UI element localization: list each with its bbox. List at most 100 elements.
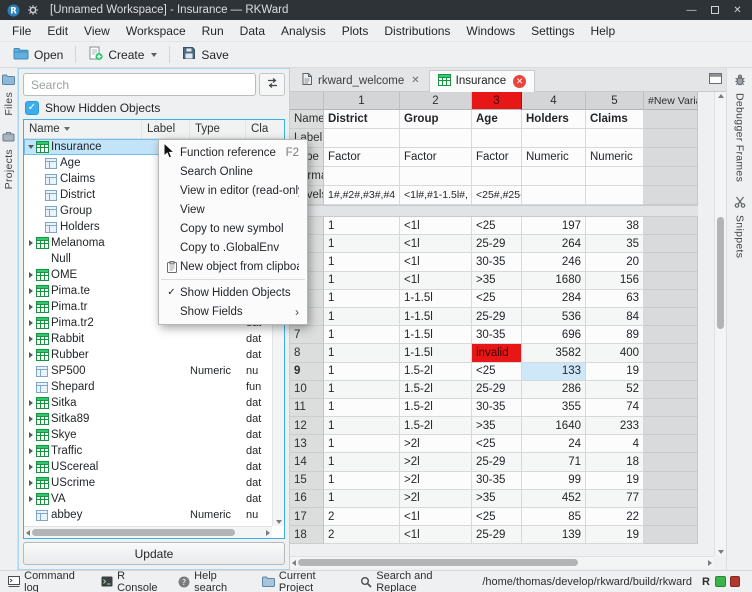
meta-cell-label[interactable] (522, 129, 586, 148)
scroll-right-icon[interactable] (266, 530, 270, 536)
new-variable-cell[interactable] (644, 110, 698, 129)
data-cell[interactable]: <1l (400, 253, 472, 271)
data-cell[interactable]: 25-29 (472, 453, 522, 471)
new-variable-cell[interactable] (644, 526, 698, 544)
dock-tab-projects[interactable]: Projects (2, 130, 15, 189)
data-cell[interactable]: 77 (586, 490, 644, 508)
data-cell[interactable]: 1680 (522, 272, 586, 290)
data-cell[interactable]: 1 (324, 308, 400, 326)
row-header-9[interactable]: 9 (290, 363, 324, 381)
data-cell[interactable]: 1 (324, 399, 400, 417)
scroll-down-icon[interactable] (718, 550, 724, 554)
tree-item-shepard[interactable]: Shepardfun (24, 379, 284, 395)
data-cell[interactable]: 233 (586, 417, 644, 435)
data-cell[interactable]: 99 (522, 472, 586, 490)
new-variable-cell[interactable] (644, 235, 698, 253)
notification-indicator[interactable] (730, 576, 741, 587)
tree-item-uscereal[interactable]: UScerealdat (24, 459, 284, 475)
new-variable-cell[interactable] (644, 308, 698, 326)
new-variable-cell[interactable] (644, 417, 698, 435)
tree-item-sitka89[interactable]: Sitka89dat (24, 411, 284, 427)
collapsed-arrow-icon[interactable] (26, 272, 36, 278)
new-variable-cell[interactable] (644, 326, 698, 344)
scrollbar-thumb[interactable] (298, 559, 578, 566)
column-header-name[interactable]: Name (24, 120, 142, 138)
data-cell[interactable]: 30-35 (472, 253, 522, 271)
data-cell[interactable]: 71 (522, 453, 586, 471)
data-cell[interactable]: 35 (586, 235, 644, 253)
meta-cell-format[interactable] (400, 167, 472, 186)
search-input[interactable] (23, 73, 256, 96)
data-cell[interactable]: 25-29 (472, 381, 522, 399)
tree-item-rubber[interactable]: Rubberdat (24, 347, 284, 363)
data-cell[interactable]: 400 (586, 344, 644, 362)
context-menu-item-show-hidden-objects[interactable]: ✓Show Hidden Objects (159, 283, 307, 302)
data-cell[interactable]: 156 (586, 272, 644, 290)
scroll-right-icon[interactable] (708, 560, 712, 566)
data-cell[interactable]: 1640 (522, 417, 586, 435)
data-cell[interactable]: 1 (324, 344, 400, 362)
data-cell[interactable]: <25 (472, 290, 522, 308)
data-cell[interactable]: 1-1.5l (400, 344, 472, 362)
data-cell[interactable]: 1 (324, 417, 400, 435)
menu-distributions[interactable]: Distributions (376, 22, 458, 40)
new-variable-header[interactable]: #New Variable# (644, 92, 698, 110)
meta-cell-format[interactable] (472, 167, 522, 186)
data-cell[interactable]: 139 (522, 526, 586, 544)
meta-cell-levels[interactable] (586, 186, 644, 205)
data-cell[interactable]: <25 (472, 435, 522, 453)
collapsed-arrow-icon[interactable] (26, 432, 36, 438)
meta-cell-levels[interactable] (522, 186, 586, 205)
new-variable-cell[interactable] (644, 272, 698, 290)
new-variable-cell[interactable] (644, 490, 698, 508)
data-cell[interactable]: 355 (522, 399, 586, 417)
row-header-10[interactable]: 10 (290, 381, 324, 399)
meta-cell-type[interactable]: Numeric (522, 148, 586, 167)
row-header-14[interactable]: 14 (290, 453, 324, 471)
new-variable-cell[interactable] (644, 399, 698, 417)
meta-cell-type[interactable]: Factor (400, 148, 472, 167)
column-header-4[interactable]: 4 (522, 92, 586, 110)
menu-plots[interactable]: Plots (334, 22, 377, 40)
data-cell[interactable]: 3582 (522, 344, 586, 362)
data-cell[interactable]: 89 (586, 326, 644, 344)
collapsed-arrow-icon[interactable] (26, 320, 36, 326)
grid-splitter[interactable] (290, 205, 698, 217)
scroll-left-icon[interactable] (292, 560, 296, 566)
data-cell[interactable]: 24 (522, 435, 586, 453)
column-header-class[interactable]: Cla (246, 120, 284, 138)
collapsed-arrow-icon[interactable] (26, 480, 36, 486)
row-header-12[interactable]: 12 (290, 417, 324, 435)
data-cell[interactable]: >35 (472, 272, 522, 290)
collapsed-arrow-icon[interactable] (26, 352, 36, 358)
tree-item-va[interactable]: VAdat (24, 491, 284, 507)
new-variable-cell[interactable] (644, 217, 698, 235)
meta-cell-format[interactable] (586, 167, 644, 186)
collapsed-arrow-icon[interactable] (26, 400, 36, 406)
data-cell[interactable]: 85 (522, 508, 586, 526)
tree-item-sp500[interactable]: SP500Numericnu (24, 363, 284, 379)
new-variable-cell[interactable] (644, 148, 698, 167)
data-cell[interactable]: 20 (586, 253, 644, 271)
menu-help[interactable]: Help (582, 22, 623, 40)
data-cell[interactable]: 30-35 (472, 472, 522, 490)
data-cell[interactable]: 2 (324, 508, 400, 526)
scroll-down-icon[interactable] (276, 520, 282, 524)
data-cell[interactable]: 19 (586, 526, 644, 544)
dock-tab-snippets[interactable]: Snippets (734, 196, 746, 258)
dock-tab-debugger-frames[interactable]: Debugger Frames (734, 74, 746, 182)
meta-cell-label[interactable] (472, 129, 522, 148)
statusbar-current-project[interactable]: Current Project (262, 570, 347, 592)
statusbar-command-log[interactable]: Command log (8, 570, 88, 592)
data-cell[interactable]: 286 (522, 381, 586, 399)
data-cell[interactable]: 25-29 (472, 308, 522, 326)
data-cell[interactable]: 25-29 (472, 526, 522, 544)
data-cell[interactable]: 1 (324, 272, 400, 290)
data-cell[interactable]: 30-35 (472, 399, 522, 417)
data-cell[interactable]: 1 (324, 326, 400, 344)
data-cell[interactable]: 1 (324, 381, 400, 399)
data-cell[interactable]: 1-1.5l (400, 326, 472, 344)
new-variable-cell[interactable] (644, 381, 698, 399)
new-variable-cell[interactable] (644, 186, 698, 205)
scroll-up-icon[interactable] (718, 94, 724, 98)
